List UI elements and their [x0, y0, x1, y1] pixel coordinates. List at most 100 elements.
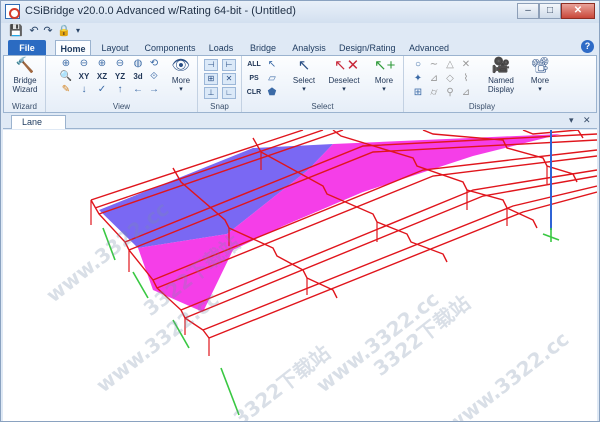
- circle-icon[interactable]: ○: [410, 59, 426, 70]
- named-display-label-2: Display: [487, 85, 515, 94]
- frame-icon[interactable]: ⊿: [426, 73, 442, 84]
- tab-lane[interactable]: Lane: [11, 115, 66, 129]
- snap-perpendicular-icon[interactable]: ∟: [222, 87, 236, 99]
- view-xz-button[interactable]: XZ: [94, 71, 110, 82]
- link-icon[interactable]: ∼: [426, 59, 442, 70]
- display-group: ○ ∼ △ ✕ ✦ ⊿ ◇ ⌇ ⊞ ⌭ ⚲ ⊿ 🎥 Named Display …: [404, 56, 560, 112]
- bridge-wizard-icon: 🔨: [15, 57, 35, 74]
- window-title: CSiBridge v20.0.0 Advanced w/Rating 64-b…: [25, 5, 296, 17]
- minimize-button[interactable]: –: [517, 3, 539, 19]
- snap-group-label: Snap: [210, 102, 229, 111]
- document-tab-bar: Lane ▾ ✕: [3, 114, 597, 129]
- check-icon[interactable]: ✓: [94, 84, 110, 95]
- select-label: Select: [292, 76, 316, 85]
- select-group-label: Select: [311, 102, 334, 111]
- view-group-label: View: [112, 102, 131, 111]
- chevron-down-icon: ▾: [342, 86, 346, 93]
- zoom-previous-icon[interactable]: ⊖: [112, 58, 128, 69]
- display-group-label: Display: [468, 102, 496, 111]
- app-window: CSiBridge v20.0.0 Advanced w/Rating 64-b…: [0, 0, 600, 422]
- deselect-cursor-icon: ↖✕: [334, 57, 360, 74]
- deselect-label: Deselect: [328, 76, 360, 85]
- select-button[interactable]: ↖ Select ▾: [286, 57, 322, 94]
- zoom-in-icon[interactable]: ⊕: [58, 58, 74, 69]
- bridge-wizard-label-1: Bridge: [13, 76, 37, 85]
- tab-home[interactable]: Home: [55, 40, 91, 56]
- ribbon-tabs: File Home Layout Components Loads Bridge…: [1, 40, 599, 56]
- select-polygon-icon[interactable]: ▱: [264, 73, 280, 84]
- tab-loads[interactable]: Loads: [206, 40, 236, 56]
- select-more-button[interactable]: ↖+ More ▾: [368, 57, 400, 94]
- zoom-window-icon[interactable]: ⊕: [94, 58, 110, 69]
- tab-advanced[interactable]: Advanced: [407, 40, 451, 56]
- save-icon[interactable]: 💾: [9, 24, 23, 38]
- cross-icon[interactable]: ✕: [458, 59, 474, 70]
- view-yz-button[interactable]: YZ: [112, 71, 128, 82]
- select-group: ALL PS CLR ↖ ▱ ⬟ ↖ Select ▾ ↖✕ Deselect …: [242, 56, 404, 112]
- tab-analysis[interactable]: Analysis: [290, 40, 328, 56]
- dropdown-icon[interactable]: ▾: [71, 24, 85, 38]
- arrow-up-icon[interactable]: ↑: [112, 84, 128, 95]
- arrow-left-icon[interactable]: ←: [130, 84, 146, 95]
- select-intersect-icon[interactable]: ⬟: [264, 87, 280, 98]
- tab-components[interactable]: Components: [142, 40, 198, 56]
- model-viewport[interactable]: www.3322.cc 3322下载站 www.3322.cc 3322下载站 …: [3, 130, 597, 421]
- display-more-button[interactable]: 📽 More ▾: [524, 57, 556, 94]
- tab-bridge[interactable]: Bridge: [247, 40, 279, 56]
- view-group: ⊕ ⊖ ⊕ ⊖ ◍ ⟲ 🔍 XY XZ YZ 3d ⟐ ✎ ↓ ✓ ↑ ← → …: [46, 56, 198, 112]
- wizard-group: 🔨 Bridge Wizard Wizard: [4, 56, 46, 112]
- zoom-out-icon[interactable]: ⊖: [76, 58, 92, 69]
- restraint-icon[interactable]: ⚲: [442, 87, 458, 98]
- view-xy-button[interactable]: XY: [76, 71, 92, 82]
- previous-selection-button[interactable]: PS: [246, 73, 262, 84]
- tab-dropdown-icon[interactable]: ▾: [569, 115, 574, 126]
- chevron-down-icon: ▾: [538, 86, 542, 93]
- snap-ends-icon[interactable]: ⊢: [222, 59, 236, 71]
- triangle-icon[interactable]: △: [442, 59, 458, 70]
- view-3d-button[interactable]: 3d: [130, 71, 146, 82]
- tab-close-icon[interactable]: ✕: [583, 115, 591, 126]
- tab-file[interactable]: File: [8, 40, 46, 56]
- lock-icon[interactable]: 🔒: [57, 24, 71, 38]
- pencil-icon[interactable]: ✎: [58, 84, 74, 95]
- ribbon-panel: 🔨 Bridge Wizard Wizard ⊕ ⊖ ⊕ ⊖ ◍ ⟲ 🔍 XY …: [3, 55, 597, 113]
- help-button[interactable]: ?: [581, 40, 594, 53]
- snap-lines-icon[interactable]: ⊥: [204, 87, 218, 99]
- rotate-icon[interactable]: ⟲: [146, 58, 162, 69]
- snap-points-icon[interactable]: ⊣: [204, 59, 218, 71]
- title-bar: CSiBridge v20.0.0 Advanced w/Rating 64-b…: [1, 1, 599, 23]
- perspective-icon[interactable]: ⟐: [146, 71, 162, 82]
- csibridge-logo-icon: [5, 4, 20, 19]
- mass-icon[interactable]: ⊿: [458, 87, 474, 98]
- tendon-icon[interactable]: ⌇: [458, 73, 474, 84]
- arrow-down-icon[interactable]: ↓: [76, 84, 92, 95]
- close-button[interactable]: ✕: [561, 3, 595, 19]
- arrow-right-icon[interactable]: →: [146, 84, 162, 95]
- view-more-button[interactable]: 👁 More ▾: [166, 57, 196, 94]
- eye-icon: 👁: [171, 57, 191, 74]
- maximize-button[interactable]: □: [539, 3, 561, 19]
- snap-intersection-icon[interactable]: ✕: [222, 73, 236, 85]
- spring-icon[interactable]: ⌭: [426, 87, 442, 98]
- named-display-button[interactable]: 🎥 Named Display: [482, 57, 520, 94]
- node-icon[interactable]: ✦: [410, 73, 426, 84]
- search-icon[interactable]: 🔍: [58, 71, 74, 82]
- select-all-button[interactable]: ALL: [246, 59, 262, 70]
- pan-icon[interactable]: ◍: [130, 58, 146, 69]
- chevron-down-icon: ▾: [179, 86, 183, 93]
- pointer-icon[interactable]: ↖: [264, 59, 280, 70]
- camera-icon: 🎥: [491, 57, 511, 74]
- snap-grid-icon[interactable]: ⊞: [204, 73, 218, 85]
- undo-icon[interactable]: ↶: [27, 24, 41, 38]
- grid-icon[interactable]: ⊞: [410, 87, 426, 98]
- tab-layout[interactable]: Layout: [97, 40, 133, 56]
- shell-icon[interactable]: ◇: [442, 73, 458, 84]
- clear-selection-button[interactable]: CLR: [246, 87, 262, 98]
- redo-icon[interactable]: ↷: [41, 24, 55, 38]
- select-more-label: More: [374, 76, 394, 85]
- view-more-label: More: [171, 76, 191, 85]
- bridge-wizard-label-2: Wizard: [12, 85, 38, 94]
- deselect-button[interactable]: ↖✕ Deselect ▾: [324, 57, 364, 94]
- bridge-wizard-button[interactable]: 🔨 Bridge Wizard: [6, 57, 44, 94]
- tab-design-rating[interactable]: Design/Rating: [339, 40, 396, 56]
